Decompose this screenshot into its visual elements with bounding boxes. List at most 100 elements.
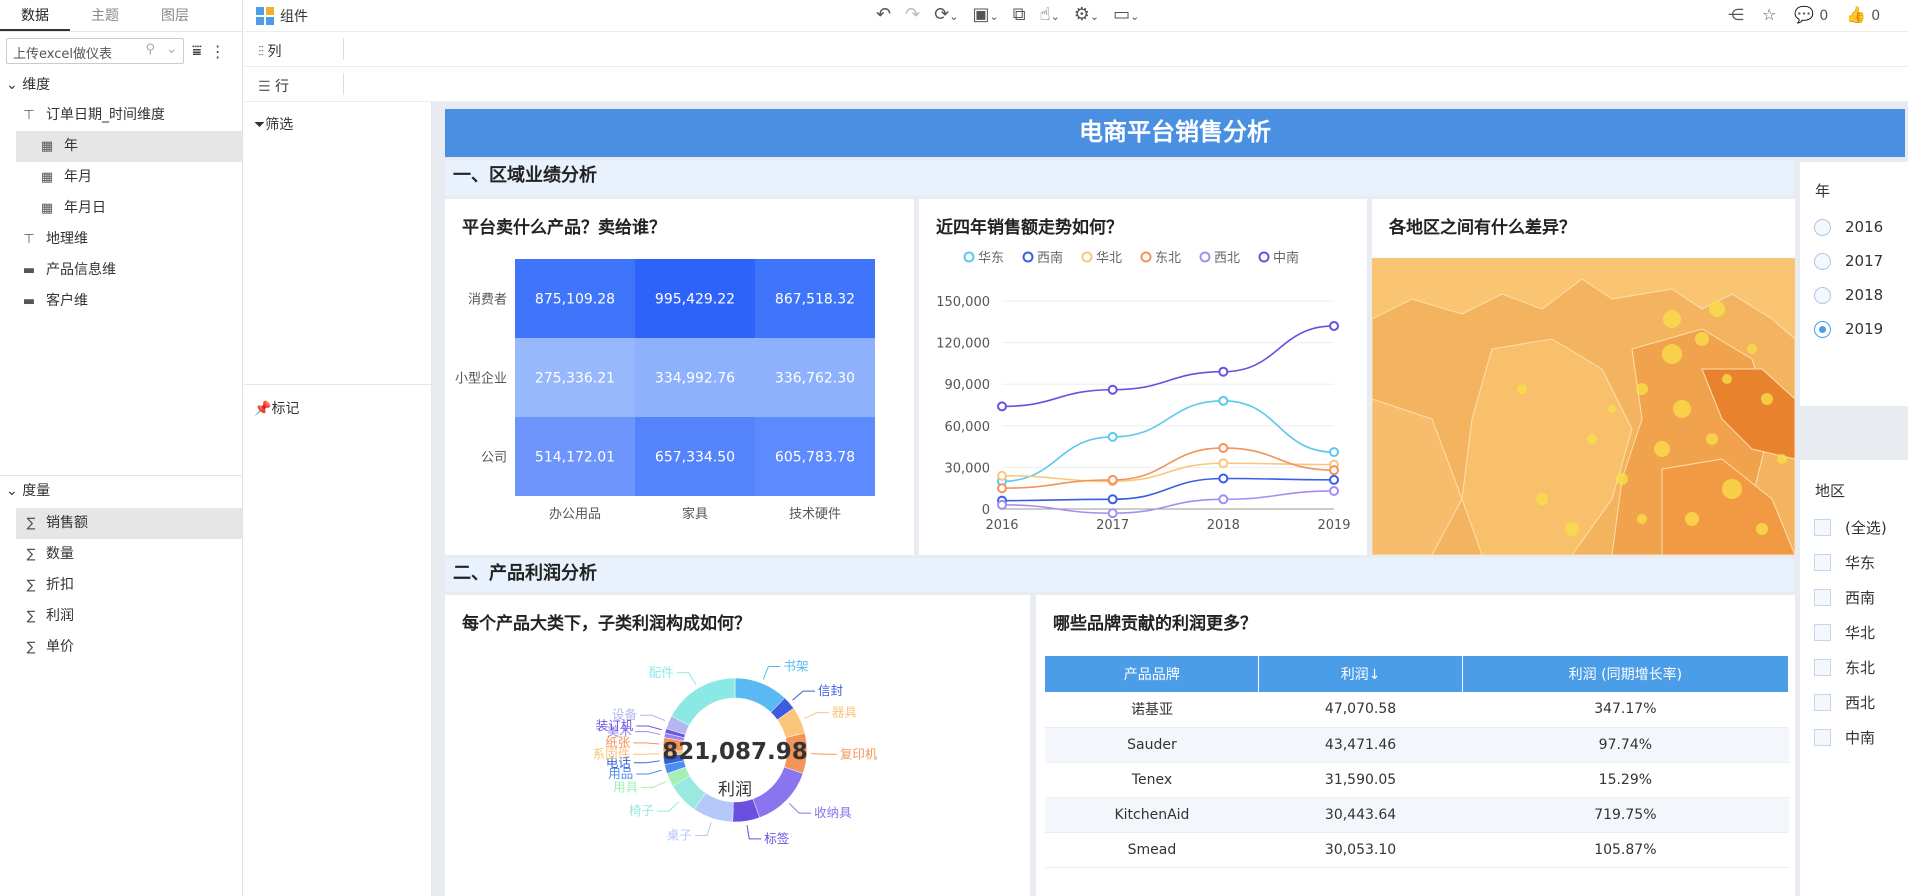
region-option[interactable]: 东北 bbox=[1814, 650, 1887, 685]
year-option[interactable]: 2018 bbox=[1814, 278, 1883, 312]
data-point[interactable] bbox=[997, 499, 1007, 510]
table-header[interactable]: 产品品牌 bbox=[1045, 656, 1260, 692]
checkbox[interactable] bbox=[1814, 554, 1831, 571]
data-point[interactable] bbox=[1329, 474, 1339, 485]
data-point[interactable] bbox=[997, 401, 1007, 412]
heatmap-chart[interactable]: 消费者 875,109.28 995,429.22 867,518.32 小型企业 275… bbox=[445, 199, 914, 555]
series-line[interactable] bbox=[1001, 490, 1335, 514]
filter-section[interactable]: ⏷筛选 bbox=[254, 114, 293, 134]
dimension-item[interactable]: ▦ 年 bbox=[16, 131, 242, 162]
legend-item[interactable]: 中南 bbox=[1258, 250, 1300, 266]
data-point[interactable] bbox=[1329, 465, 1339, 476]
data-point[interactable] bbox=[1329, 447, 1339, 458]
search-data-icon[interactable]: ⧉ bbox=[1013, 4, 1026, 25]
settings-icon[interactable]: ⚙⌄ bbox=[1074, 4, 1099, 25]
dimension-header[interactable]: ⌄ 维度 bbox=[0, 70, 242, 100]
legend-item[interactable]: 东北 bbox=[1140, 251, 1182, 266]
checkbox[interactable] bbox=[1814, 659, 1831, 676]
brand-table-card[interactable]: 哪些品牌贡献的利润更多？ 产品品牌 利润↓ 利润 (同期增长率) 诺基亚 47,070… bbox=[1036, 595, 1795, 896]
row-shelf[interactable]: ☰ 行 bbox=[244, 67, 1908, 102]
data-point[interactable] bbox=[1107, 431, 1118, 442]
region-option[interactable]: 华北 bbox=[1814, 615, 1887, 650]
more-icon[interactable]: ⋮ bbox=[210, 42, 226, 61]
data-point[interactable] bbox=[1218, 442, 1229, 453]
data-point[interactable] bbox=[1218, 395, 1229, 406]
measure-item[interactable]: ∑ 利润 bbox=[16, 601, 242, 632]
region-option[interactable]: 西南 bbox=[1814, 580, 1887, 615]
table-row[interactable]: 诺基亚 47,070.58 347.17% bbox=[1045, 692, 1789, 728]
radio-button[interactable] bbox=[1814, 252, 1831, 270]
year-option[interactable]: 2016 bbox=[1814, 210, 1883, 244]
save-icon[interactable]: ▣⌄ bbox=[973, 4, 999, 25]
monitor-icon[interactable]: ▭⌄ bbox=[1113, 4, 1139, 25]
radio-button[interactable] bbox=[1814, 320, 1831, 338]
measure-item[interactable]: ∑ 数量 bbox=[16, 539, 242, 570]
mark-section[interactable]: 📌标记 bbox=[254, 398, 299, 418]
data-point[interactable] bbox=[1218, 473, 1229, 484]
data-point[interactable] bbox=[1218, 494, 1229, 505]
year-option[interactable]: 2019 bbox=[1814, 312, 1883, 346]
table-row[interactable]: Smead 30,053.10 105.87% bbox=[1045, 832, 1789, 868]
dimension-item[interactable]: ⊤ 地理维 bbox=[0, 224, 242, 255]
heatmap-card[interactable]: 平台卖什么产品？卖给谁？ 消费者 875,109.28 995,429.22 867,… bbox=[445, 199, 914, 555]
filter-icon[interactable]: ⩸ bbox=[192, 41, 202, 61]
table-header[interactable]: 利润↓ bbox=[1258, 656, 1463, 692]
table-header[interactable]: 利润 (同期增长率) bbox=[1462, 656, 1790, 692]
region-option[interactable]: 中南 bbox=[1814, 720, 1887, 755]
map-card[interactable]: 各地区之间有什么差异？ bbox=[1372, 199, 1795, 555]
year-option[interactable]: 2017 bbox=[1814, 244, 1883, 278]
component-button[interactable]: 组件 bbox=[256, 6, 308, 26]
series-line[interactable] bbox=[1001, 325, 1335, 408]
data-point[interactable] bbox=[1107, 494, 1118, 505]
tab-layer[interactable]: 图层 bbox=[140, 0, 210, 31]
star-icon[interactable]: ☆ bbox=[1762, 5, 1776, 24]
search-input[interactable]: 上传excel做仪表 ⚲ ⌄ bbox=[6, 38, 184, 64]
legend-item[interactable]: 华东 bbox=[963, 251, 1005, 266]
checkbox[interactable] bbox=[1814, 519, 1831, 536]
region-option[interactable]: 华东 bbox=[1814, 545, 1887, 580]
region-option[interactable]: (全选) bbox=[1814, 510, 1887, 545]
dimension-item[interactable]: ▦ 年月 bbox=[0, 162, 242, 193]
line-chart-card[interactable]: 近四年销售额走势如何？ 0 30,000 60,000 90,000 120,000 15… bbox=[919, 199, 1367, 555]
undo-icon[interactable]: ↶ bbox=[876, 4, 891, 25]
dimension-item[interactable]: ⊤ 订单日期_时间维度 bbox=[0, 100, 242, 131]
hand-icon[interactable]: ☝⌄ bbox=[1040, 4, 1060, 25]
legend-item[interactable]: 西北 bbox=[1199, 251, 1241, 266]
legend-item[interactable]: 华北 bbox=[1081, 251, 1123, 266]
share-icon[interactable]: ⋲ bbox=[1728, 5, 1744, 24]
tab-data[interactable]: 数据 bbox=[0, 0, 70, 31]
dimension-item[interactable]: ▦ 年月日 bbox=[0, 193, 242, 224]
data-point[interactable] bbox=[1107, 384, 1118, 395]
data-point[interactable] bbox=[1107, 474, 1118, 485]
data-point[interactable] bbox=[1329, 485, 1339, 496]
measure-item[interactable]: ∑ 折扣 bbox=[16, 570, 242, 601]
region-map[interactable] bbox=[1372, 199, 1795, 555]
table-row[interactable]: Tenex 31,590.05 15.29% bbox=[1045, 762, 1789, 798]
checkbox[interactable] bbox=[1814, 624, 1831, 641]
data-point[interactable] bbox=[1218, 366, 1229, 377]
series-line[interactable] bbox=[1001, 400, 1335, 483]
data-point[interactable] bbox=[1329, 320, 1339, 331]
like-button[interactable]: 👍 0 bbox=[1846, 5, 1880, 24]
line-chart[interactable]: 0 30,000 60,000 90,000 120,000 150,000 2016 201… bbox=[919, 199, 1367, 555]
table-row[interactable]: KitchenAid 30,443.64 719.75% bbox=[1045, 797, 1789, 833]
refresh-icon[interactable]: ⟳⌄ bbox=[934, 4, 958, 25]
measure-header[interactable]: ⌄ 度量 bbox=[0, 476, 50, 506]
measure-item[interactable]: ∑ 单价 bbox=[16, 632, 242, 663]
data-point[interactable] bbox=[997, 470, 1007, 481]
series-line[interactable] bbox=[1001, 447, 1335, 489]
region-option[interactable]: 西北 bbox=[1814, 685, 1887, 720]
data-point[interactable] bbox=[1218, 458, 1229, 469]
comment-button[interactable]: 💬 0 bbox=[1794, 5, 1828, 24]
dimension-item[interactable]: ▬ 产品信息维 bbox=[0, 255, 242, 286]
series-line[interactable] bbox=[1001, 477, 1335, 502]
data-point[interactable] bbox=[1107, 508, 1118, 519]
donut-card[interactable]: 每个产品大类下，子类利润构成如何？ 书架 信封 器具 复印机 收纳具 标签 桌子 椅子 用具 用品… bbox=[445, 595, 1030, 896]
checkbox[interactable] bbox=[1814, 729, 1831, 746]
data-point[interactable] bbox=[997, 483, 1007, 494]
radio-button[interactable] bbox=[1814, 286, 1831, 304]
dimension-item[interactable]: ▬ 客户维 bbox=[0, 286, 242, 317]
checkbox[interactable] bbox=[1814, 589, 1831, 606]
chevron-down-icon[interactable]: ⌄ bbox=[166, 42, 177, 57]
legend-item[interactable]: 西南 bbox=[1022, 250, 1064, 266]
